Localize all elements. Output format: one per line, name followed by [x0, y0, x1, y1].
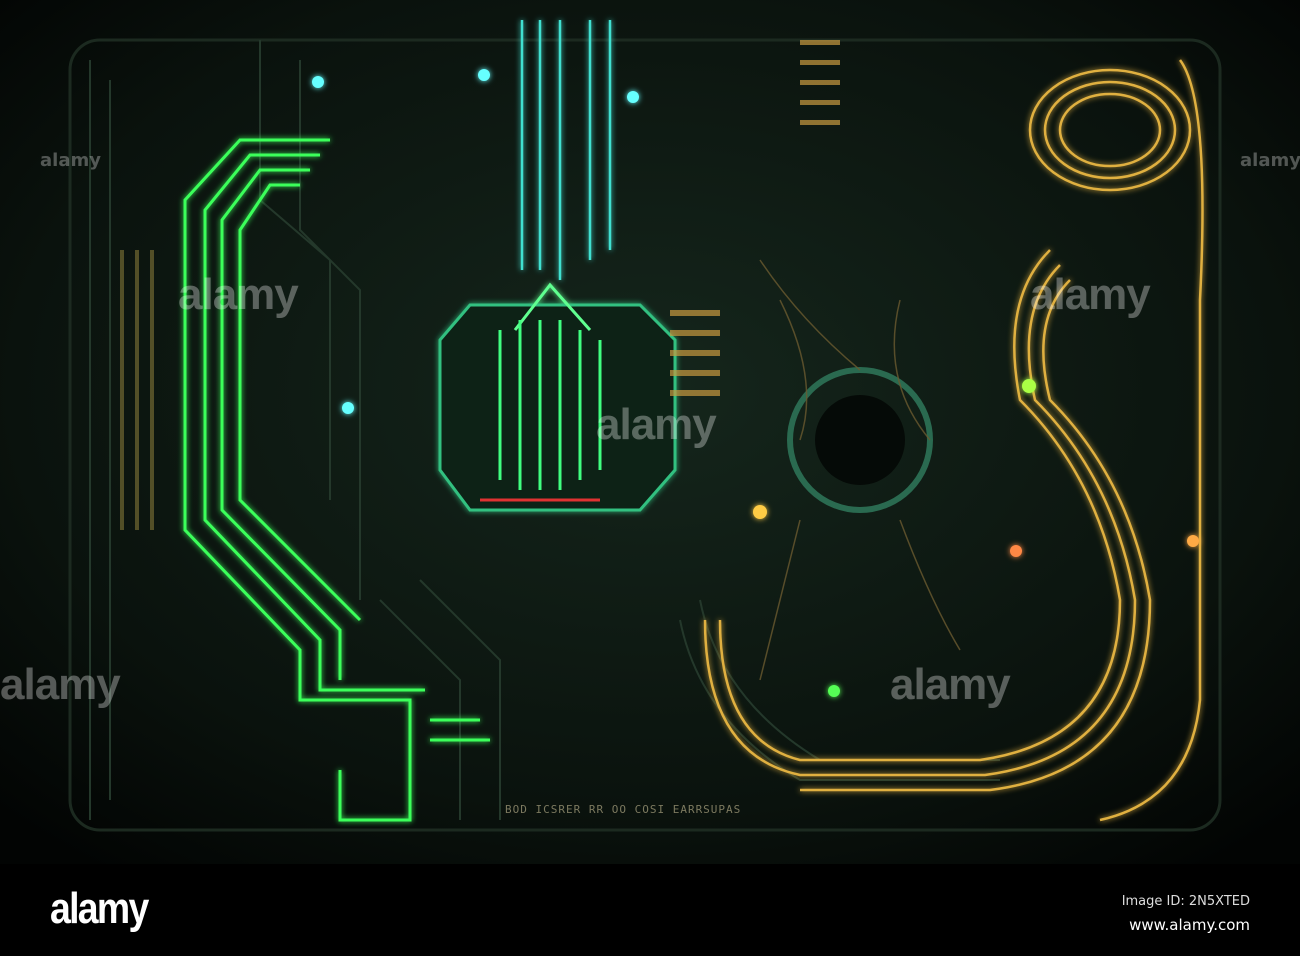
watermark: alamy — [0, 660, 121, 709]
watermark: alamy — [40, 150, 101, 171]
watermark: alamy — [1030, 270, 1151, 319]
watermark: alamy — [596, 400, 717, 449]
image-id: Image ID: 2N5XTED — [1121, 894, 1250, 909]
alamy-logo: alamy — [50, 884, 149, 933]
site-url: www.alamy.com — [1129, 916, 1250, 934]
watermark-footer: alamy Image ID: 2N5XTED www.alamy.com — [0, 864, 1300, 956]
watermark: alamy — [178, 270, 299, 319]
watermark: alamy — [1240, 150, 1300, 171]
board-label: BOD ICSRER RR OO COSI EARRSUPAS — [505, 803, 742, 816]
watermark: alamy — [890, 660, 1011, 709]
